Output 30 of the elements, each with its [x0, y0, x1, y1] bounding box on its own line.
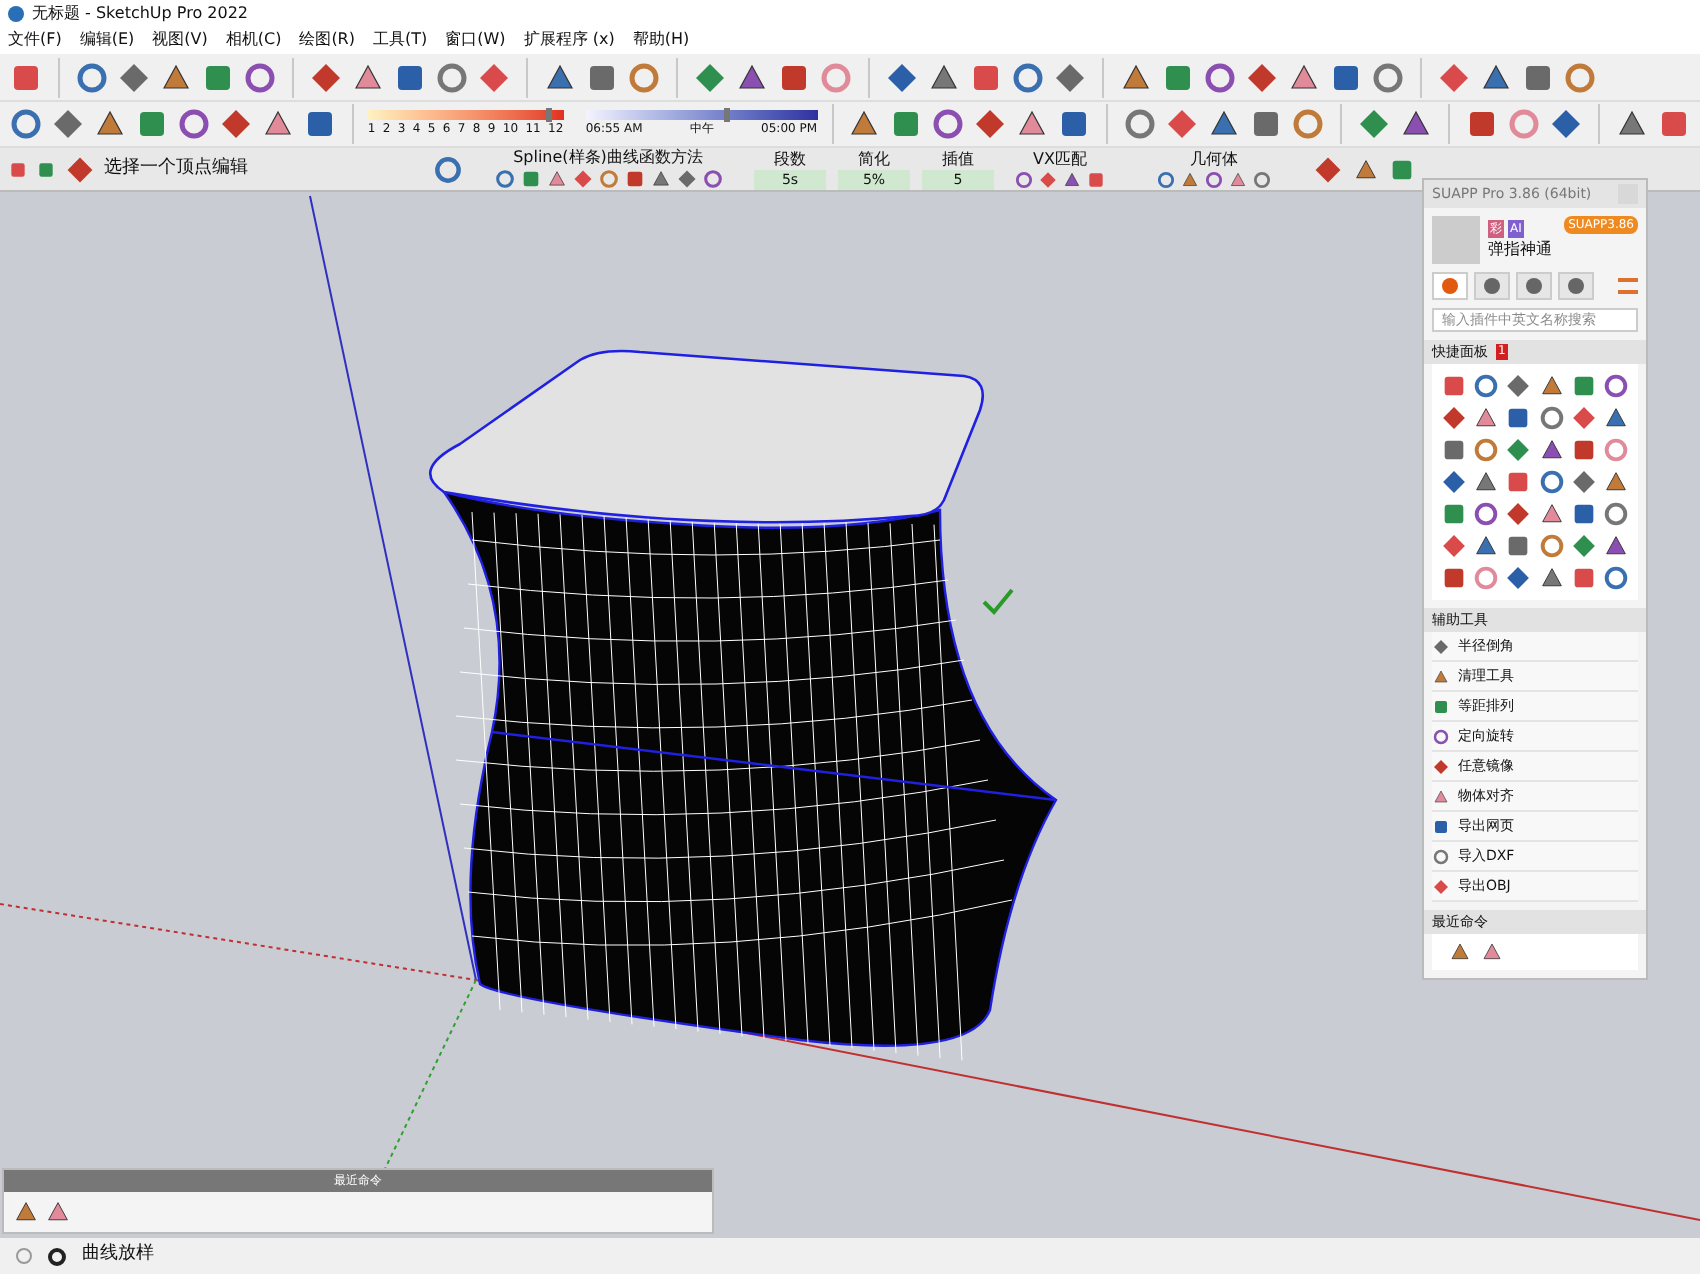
panel-tab[interactable] [1432, 272, 1468, 300]
menu-item[interactable]: 工具(T) [373, 32, 428, 48]
menu-item[interactable]: 帮助(H) [632, 32, 690, 48]
time-slider[interactable] [585, 110, 818, 120]
app-logo-icon [8, 5, 24, 21]
avatar-placeholder [1432, 216, 1480, 264]
prompt-text: 选择一个顶点编辑 [104, 155, 250, 182]
panel-tab[interactable] [1558, 272, 1594, 300]
section-title: VX匹配 [1033, 149, 1087, 169]
slider-thumb[interactable] [724, 108, 731, 122]
panel-tab[interactable] [1474, 272, 1510, 300]
menu-item[interactable]: 扩展程序 (x) [523, 32, 615, 48]
field-label: 简化 [858, 149, 890, 169]
window-title: 无标题 - SketchUp Pro 2022 [32, 5, 248, 21]
section-title: 几何体 [1190, 149, 1238, 169]
menu-item[interactable]: 窗口(W) [445, 32, 506, 48]
menu-icon[interactable] [1618, 278, 1638, 294]
slider-thumb[interactable] [545, 108, 552, 122]
menu-item[interactable]: 文件(F) [8, 32, 62, 48]
status-text: 曲线放样 [82, 1242, 154, 1269]
section-title: Spline(样条)曲线函数方法 [513, 148, 703, 168]
menu-item[interactable]: 绘图(R) [299, 32, 355, 48]
user-name: 弹指神通 [1488, 240, 1552, 260]
field-label: 段数 [774, 149, 806, 169]
panel-tab[interactable] [1516, 272, 1552, 300]
menu-item[interactable]: 视图(V) [152, 32, 208, 48]
menu-item[interactable]: 编辑(E) [79, 32, 135, 48]
menu-item[interactable]: 相机(C) [225, 32, 282, 48]
field-label: 插值 [942, 149, 974, 169]
month-slider[interactable] [367, 110, 564, 120]
